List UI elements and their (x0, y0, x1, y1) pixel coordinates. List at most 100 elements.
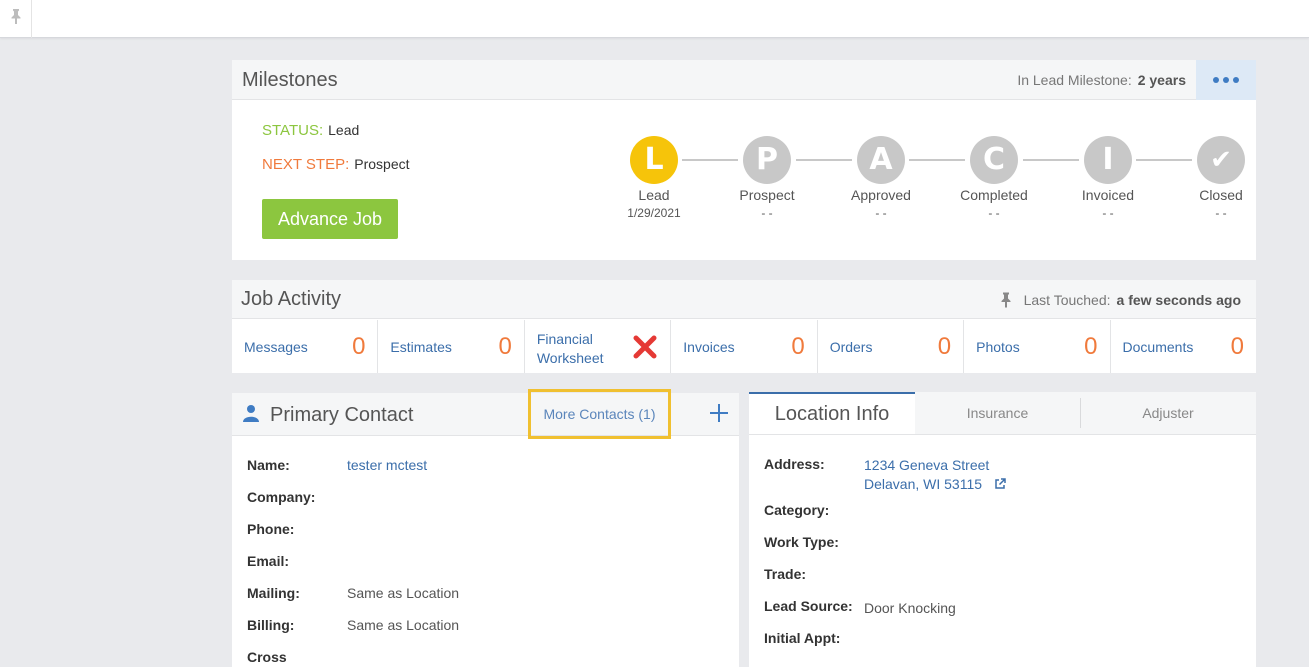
step-name: Closed (1199, 187, 1243, 203)
step-date: - - (1215, 206, 1227, 220)
field-label: Email: (247, 553, 290, 569)
tab-insurance[interactable]: Insurance (915, 392, 1080, 434)
activity-label-line1: Financial (536, 331, 593, 347)
primary-contact-title: Primary Contact (270, 404, 414, 426)
pin-icon (1001, 292, 1011, 308)
activity-count: 0 (1230, 333, 1244, 360)
address-link[interactable]: 1234 Geneva Street Delavan, WI 53115 (864, 456, 1006, 494)
more-contacts-button[interactable]: More Contacts (1) (528, 389, 671, 439)
primary-contact-header: Primary Contact More Contacts (1) (232, 389, 739, 439)
address-line1: 1234 Geneva Street (864, 457, 990, 473)
step-date: - - (761, 206, 773, 220)
step-circle: C (970, 136, 1018, 184)
step-circle: I (1084, 136, 1132, 184)
step-lead[interactable]: L Lead 1/29/2021 (604, 136, 704, 220)
activity-label: Messages (244, 339, 308, 355)
field-label: Billing: (247, 617, 295, 633)
contact-billing-row: Billing: Same as Location (247, 617, 459, 633)
primary-contact-panel: Primary Contact More Contacts (1) Name: … (232, 389, 739, 667)
trade-row: Trade: (764, 566, 864, 582)
activity-photos[interactable]: Photos 0 (964, 320, 1111, 373)
step-name: Prospect (739, 187, 795, 203)
activity-label: Estimates (390, 339, 452, 355)
step-date: - - (1102, 206, 1114, 220)
status-label: STATUS: (262, 122, 324, 139)
activity-count: 0 (1084, 333, 1098, 360)
in-lead-value: 2 years (1137, 72, 1186, 88)
milestone-steps: L Lead 1/29/2021 P Prospect - - A Approv… (604, 136, 1245, 226)
field-value: Door Knocking (864, 600, 956, 616)
contact-name-row: Name: tester mctest (247, 457, 427, 473)
advance-job-button[interactable]: Advance Job (262, 199, 398, 239)
person-icon (243, 405, 259, 422)
field-label: Company: (247, 489, 316, 505)
activity-messages[interactable]: Messages 0 (232, 320, 379, 373)
pin-button[interactable] (0, 0, 32, 38)
field-label: Mailing: (247, 585, 300, 601)
activity-financial-worksheet[interactable]: Financial Worksheet (525, 320, 672, 373)
plus-icon[interactable] (709, 403, 729, 423)
address-row: Address: 1234 Geneva Street Delavan, WI … (764, 456, 1006, 494)
tab-adjuster[interactable]: Adjuster (1080, 392, 1256, 434)
activity-orders[interactable]: Orders 0 (818, 320, 965, 373)
step-approved[interactable]: A Approved - - (831, 136, 931, 220)
activity-label: Orders (829, 339, 873, 355)
activity-documents[interactable]: Documents 0 (1111, 320, 1256, 373)
last-touched: Last Touched: a few seconds ago (1000, 291, 1241, 308)
job-activity-title: Job Activity (241, 288, 342, 310)
field-label: Trade: (764, 566, 807, 582)
work-type-row: Work Type: (764, 534, 864, 550)
activity-label: Invoices (683, 339, 735, 355)
status-value: Lead (328, 122, 360, 138)
contact-phone-row: Phone: (247, 521, 347, 537)
job-activity-panel: Job Activity Last Touched: a few seconds… (232, 280, 1256, 373)
contact-email-row: Email: (247, 553, 347, 569)
field-value: Same as Location (347, 617, 460, 633)
step-name: Invoiced (1081, 187, 1135, 203)
activity-label: Photos (976, 339, 1020, 355)
activity-label: Financial Worksheet (537, 330, 604, 368)
location-tabs: Location Info Insurance Adjuster (749, 392, 1256, 435)
next-step-line: NEXT STEP: Prospect (262, 156, 410, 173)
field-label: Phone: (247, 521, 295, 537)
activity-invoices[interactable]: Invoices 0 (671, 320, 818, 373)
more-options-button[interactable] (1196, 60, 1256, 100)
step-circle: P (743, 136, 791, 184)
lead-source-row: Lead Source: Door Knocking (764, 598, 956, 616)
step-closed[interactable]: ✔ Closed - - (1171, 136, 1271, 220)
field-label: Work Type: (764, 534, 839, 550)
dot-icon (1223, 77, 1229, 83)
step-prospect[interactable]: P Prospect - - (717, 136, 817, 220)
step-name: Completed (960, 187, 1028, 203)
in-lead-label: In Lead Milestone: (1017, 72, 1132, 88)
step-name: Lead (638, 187, 670, 203)
tab-location-info[interactable]: Location Info (749, 392, 915, 434)
contact-company-row: Company: (247, 489, 347, 505)
next-step-value: Prospect (354, 156, 410, 172)
step-invoiced[interactable]: I Invoiced - - (1058, 136, 1158, 220)
activity-count: 0 (791, 333, 805, 360)
step-date: 1/29/2021 (627, 206, 681, 220)
top-bar (0, 0, 1309, 38)
field-value: Same as Location (347, 585, 460, 601)
contact-mailing-row: Mailing: Same as Location (247, 585, 459, 601)
last-touched-value: a few seconds ago (1116, 291, 1241, 308)
pin-icon (11, 9, 20, 24)
milestones-title: Milestones (242, 69, 338, 91)
activity-count: 0 (352, 333, 366, 360)
step-date: - - (875, 206, 887, 220)
step-circle: A (857, 136, 905, 184)
external-link-icon[interactable] (994, 478, 1006, 490)
field-label: Category: (764, 502, 830, 518)
milestones-panel: Milestones In Lead Milestone: 2 years STA… (232, 60, 1256, 260)
milestones-header: Milestones In Lead Milestone: 2 years (232, 60, 1256, 100)
activity-count: 0 (498, 333, 512, 360)
contact-cross-row: Cross (247, 649, 347, 665)
activity-estimates[interactable]: Estimates 0 (378, 320, 525, 373)
location-panel: Location Info Insurance Adjuster Address… (749, 392, 1256, 667)
field-label: Name: (247, 457, 290, 473)
contact-name-link[interactable]: tester mctest (347, 457, 427, 473)
in-lead-milestone: In Lead Milestone: 2 years (1017, 72, 1186, 88)
step-completed[interactable]: C Completed - - (944, 136, 1044, 220)
category-row: Category: (764, 502, 864, 518)
